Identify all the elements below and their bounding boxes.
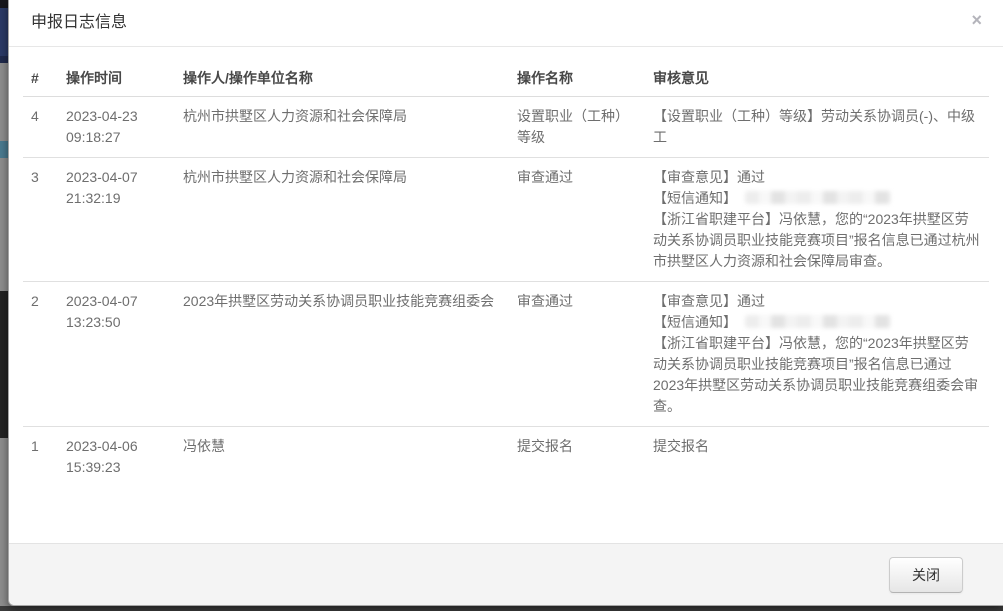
cell-index: 1	[23, 427, 58, 488]
header-index: #	[23, 60, 58, 97]
table-row: 1 2023-04-0615:39:23 冯依慧 提交报名 提交报名	[23, 427, 989, 488]
table-row: 3 2023-04-0721:32:19 杭州市拱墅区人力资源和社会保障局 审查…	[23, 158, 989, 282]
cell-operation: 审查通过	[509, 282, 645, 427]
dialog-header: 申报日志信息 ×	[9, 0, 1003, 47]
cell-opinion: 【审查意见】通过【短信通知】【浙江省职建平台】冯依慧，您的“2023年拱墅区劳动…	[645, 158, 989, 282]
cell-operator: 杭州市拱墅区人力资源和社会保障局	[175, 97, 509, 158]
close-button[interactable]: 关闭	[889, 557, 963, 593]
cell-opinion: 【设置职业（工种）等级】劳动关系协调员(-)、中级工	[645, 97, 989, 158]
close-icon[interactable]: ×	[971, 11, 982, 29]
cell-operation: 设置职业（工种）等级	[509, 97, 645, 158]
cell-time: 2023-04-0713:23:50	[58, 282, 175, 427]
table-row: 2 2023-04-0713:23:50 2023年拱墅区劳动关系协调员职业技能…	[23, 282, 989, 427]
header-opinion: 审核意见	[645, 60, 989, 97]
log-table: # 操作时间 操作人/操作单位名称 操作名称 审核意见 4 2023-04-23…	[23, 60, 989, 487]
log-dialog: 申报日志信息 × # 操作时间 操作人/操作单位名称 操作名称 审核意见 4 2…	[8, 0, 1003, 606]
cell-time: 2023-04-2309:18:27	[58, 97, 175, 158]
cell-index: 3	[23, 158, 58, 282]
dialog-footer: 关闭	[9, 543, 1003, 605]
cell-opinion: 【审查意见】通过【短信通知】【浙江省职建平台】冯依慧，您的“2023年拱墅区劳动…	[645, 282, 989, 427]
cell-operation: 提交报名	[509, 427, 645, 488]
cell-time: 2023-04-0721:32:19	[58, 158, 175, 282]
redacted-sms-content	[745, 191, 891, 204]
cell-operator: 2023年拱墅区劳动关系协调员职业技能竞赛组委会	[175, 282, 509, 427]
backdrop-bottom-strip	[0, 606, 1003, 611]
cell-index: 4	[23, 97, 58, 158]
cell-opinion: 提交报名	[645, 427, 989, 488]
header-time: 操作时间	[58, 60, 175, 97]
table-row: 4 2023-04-2309:18:27 杭州市拱墅区人力资源和社会保障局 设置…	[23, 97, 989, 158]
header-operation: 操作名称	[509, 60, 645, 97]
header-operator: 操作人/操作单位名称	[175, 60, 509, 97]
cell-operator: 冯依慧	[175, 427, 509, 488]
cell-time: 2023-04-0615:39:23	[58, 427, 175, 488]
dialog-body: # 操作时间 操作人/操作单位名称 操作名称 审核意见 4 2023-04-23…	[9, 47, 1003, 543]
redacted-sms-content	[745, 315, 891, 328]
dialog-title: 申报日志信息	[31, 13, 983, 33]
log-table-body: 4 2023-04-2309:18:27 杭州市拱墅区人力资源和社会保障局 设置…	[23, 97, 989, 488]
cell-operation: 审查通过	[509, 158, 645, 282]
cell-operator: 杭州市拱墅区人力资源和社会保障局	[175, 158, 509, 282]
cell-index: 2	[23, 282, 58, 427]
table-header-row: # 操作时间 操作人/操作单位名称 操作名称 审核意见	[23, 60, 989, 97]
